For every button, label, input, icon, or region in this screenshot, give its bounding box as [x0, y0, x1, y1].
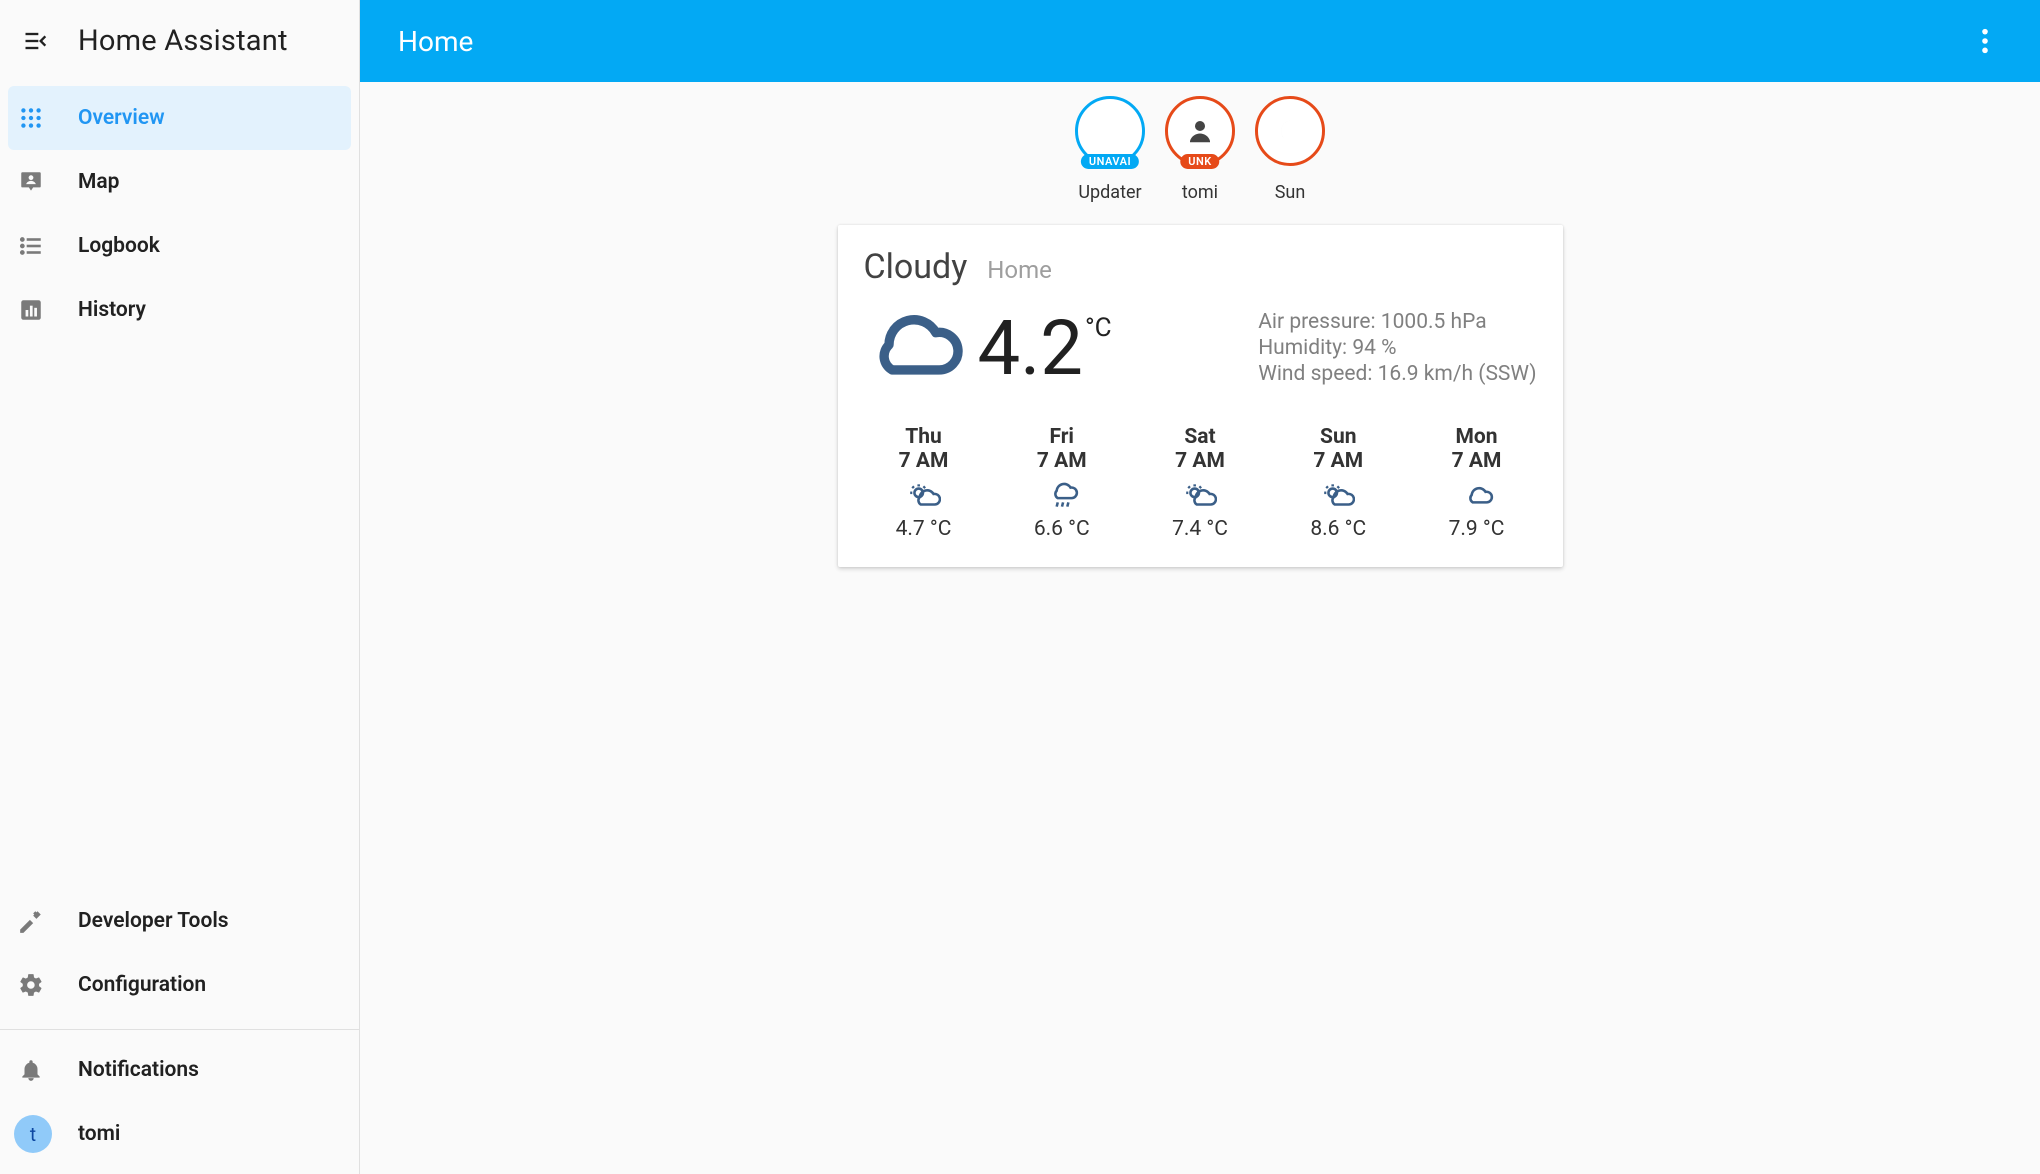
sidebar-item-user[interactable]: t tomi [8, 1102, 351, 1166]
forecast-temp: 8.6 °C [1310, 517, 1366, 541]
gear-icon [14, 968, 48, 1002]
forecast-row: Thu7 AM4.7 °CFri7 AM6.6 °CSat7 AM7.4 °CS… [864, 425, 1537, 541]
page-title: Home [398, 25, 473, 58]
state-chip: UNK [1180, 154, 1219, 169]
forecast-item: Sun7 AM 8.6 °C [1278, 425, 1398, 541]
sidebar-item-map[interactable]: Map [8, 150, 351, 214]
person-icon [1185, 116, 1215, 146]
card-header: Cloudy Home [864, 247, 1537, 287]
forecast-item: Sat7 AM 7.4 °C [1140, 425, 1260, 541]
forecast-day: Fri [1049, 425, 1074, 449]
sidebar-item-label: Overview [78, 106, 165, 130]
sidebar-item-label: History [78, 298, 146, 322]
divider [0, 1029, 359, 1030]
cloudy-icon [1460, 481, 1494, 511]
badge-label: Sun [1275, 182, 1306, 203]
state-chip: UNAVAI [1081, 154, 1139, 169]
weather-state: Cloudy [864, 247, 968, 287]
entity-badge[interactable]: UNAVAI Updater [1073, 96, 1147, 203]
rainy-icon [1045, 481, 1079, 511]
badges-row: UNAVAI Updater UNK tomi Sun [1073, 96, 1327, 203]
bell-icon [14, 1053, 48, 1087]
user-name: tomi [78, 1122, 120, 1146]
sidebar-item-devtools[interactable]: Developer Tools [8, 889, 351, 953]
sidebar-header: Home Assistant [0, 0, 359, 82]
nav-list: Overview Map Logbook History [0, 82, 359, 346]
forecast-day: Sat [1184, 425, 1215, 449]
main: Home UNAVAI Updater UNK tomi Sun Cloudy Home [360, 0, 2040, 1174]
avatar: t [14, 1115, 52, 1153]
weather-card[interactable]: Cloudy Home 4.2°C Air pressure: 1000.5 h… [838, 225, 1563, 567]
chart-box-icon [14, 293, 48, 327]
badge-circle: UNAVAI [1075, 96, 1145, 166]
list-icon [14, 229, 48, 263]
temperature-unit: °C [1085, 313, 1112, 343]
hammer-icon [14, 904, 48, 938]
forecast-time: 7 AM [1175, 449, 1225, 473]
forecast-time: 7 AM [1452, 449, 1502, 473]
app-bar: Home [360, 0, 2040, 82]
badge-label: tomi [1182, 182, 1218, 203]
badge-circle: UNK [1165, 96, 1235, 166]
sidebar-item-label: Map [78, 170, 119, 194]
sidebar-item-notifications[interactable]: Notifications [8, 1038, 351, 1102]
badge-circle [1255, 96, 1325, 166]
crescent-icon [1275, 116, 1305, 146]
sidebar-item-label: Developer Tools [78, 909, 229, 933]
overflow-menu-icon[interactable] [1968, 24, 2002, 58]
forecast-temp: 4.7 °C [896, 517, 952, 541]
weather-now: 4.2°C Air pressure: 1000.5 hPa Humidity:… [864, 303, 1537, 393]
forecast-item: Fri7 AM 6.6 °C [1002, 425, 1122, 541]
dashboard-column: UNAVAI Updater UNK tomi Sun Cloudy Home 4.2°… [835, 96, 1565, 567]
sidebar-item-logbook[interactable]: Logbook [8, 214, 351, 278]
forecast-temp: 6.6 °C [1034, 517, 1090, 541]
forecast-day: Thu [905, 425, 942, 449]
partlycloudy-icon [1321, 481, 1355, 511]
forecast-time: 7 AM [1313, 449, 1363, 473]
menu-collapse-icon[interactable] [12, 17, 60, 65]
weather-name: Home [987, 256, 1052, 284]
weather-temperature: 4.2°C [978, 303, 1112, 393]
sidebar: Home Assistant Overview Map Logbook Hist… [0, 0, 360, 1174]
weather-attributes: Air pressure: 1000.5 hPa Humidity: 94 % … [1258, 309, 1536, 388]
nav-user: Notifications t tomi [0, 1034, 359, 1174]
sidebar-item-overview[interactable]: Overview [8, 86, 351, 150]
sidebar-item-configuration[interactable]: Configuration [8, 953, 351, 1017]
forecast-day: Sun [1320, 425, 1356, 449]
app-title: Home Assistant [78, 24, 288, 58]
tooltip-account-icon [14, 165, 48, 199]
entity-badge[interactable]: UNK tomi [1163, 96, 1237, 203]
sidebar-item-history[interactable]: History [8, 278, 351, 342]
partlycloudy-icon [907, 481, 941, 511]
forecast-item: Thu7 AM 4.7 °C [864, 425, 984, 541]
forecast-temp: 7.9 °C [1449, 517, 1505, 541]
nav-bottom: Developer Tools Configuration [0, 885, 359, 1025]
apps-icon [14, 101, 48, 135]
content: UNAVAI Updater UNK tomi Sun Cloudy Home 4.2°… [360, 82, 2040, 1174]
sidebar-item-label: Configuration [78, 973, 206, 997]
sidebar-item-label: Logbook [78, 234, 160, 258]
badge-label: Updater [1078, 182, 1141, 203]
forecast-time: 7 AM [899, 449, 949, 473]
forecast-temp: 7.4 °C [1172, 517, 1228, 541]
forecast-day: Mon [1455, 425, 1497, 449]
forecast-time: 7 AM [1037, 449, 1087, 473]
sidebar-item-label: Notifications [78, 1058, 199, 1082]
entity-badge[interactable]: Sun [1253, 96, 1327, 203]
cloud-icon [864, 310, 964, 386]
partlycloudy-icon [1183, 481, 1217, 511]
forecast-item: Mon7 AM 7.9 °C [1417, 425, 1537, 541]
